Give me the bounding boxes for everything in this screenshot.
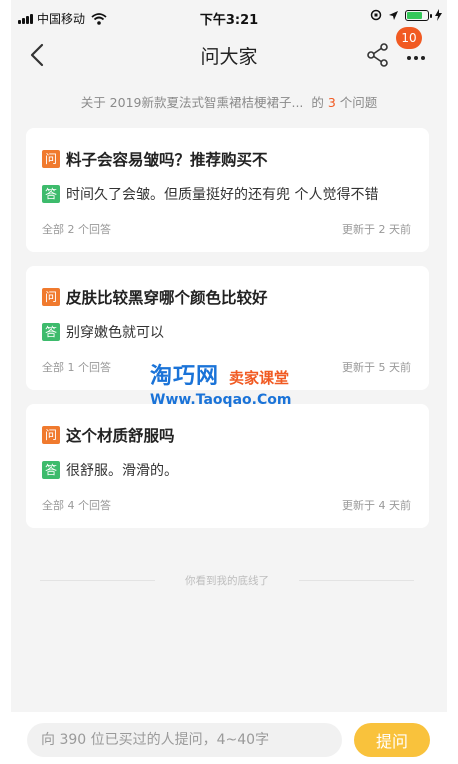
divider <box>299 580 414 581</box>
answer-text: 别穿嫩色就可以 <box>66 325 164 341</box>
answer-tag: 答 <box>42 323 60 341</box>
answers-count: 全部 1 个回答 <box>42 361 111 374</box>
answer-row: 答 很舒服。滑滑的。 <box>42 460 178 480</box>
summary-mid: 的 <box>311 95 324 110</box>
end-of-list: 你看到我的底线了 <box>40 572 414 588</box>
question-tag: 问 <box>42 150 60 168</box>
question-tag: 问 <box>42 288 60 306</box>
answer-tag: 答 <box>42 185 60 203</box>
screen: 中国移动 下午3:21 问大家 10 关于 2019新款夏法式智熏裙桔梗裙子..… <box>0 0 458 764</box>
answers-count: 全部 4 个回答 <box>42 499 111 512</box>
updated-time: 更新于 4 天前 <box>342 499 411 512</box>
questions-summary: 关于 2019新款夏法式智熏裙桔梗裙子... 的 3 个问题 <box>11 92 447 111</box>
watermark-url: Www.Taoqao.Com <box>150 392 292 408</box>
bottom-bar: 提问 <box>0 712 458 764</box>
more-icon <box>407 56 425 60</box>
share-button[interactable] <box>365 42 391 68</box>
updated-time: 更新于 2 天前 <box>342 223 411 236</box>
summary-suffix: 个问题 <box>339 95 378 110</box>
watermark-line: 淘巧网 卖家课堂 <box>150 358 320 390</box>
orientation-lock-icon <box>370 9 382 21</box>
answer-tag: 答 <box>42 461 60 479</box>
summary-product: 关于 2019新款夏法式智熏裙桔梗裙子... <box>80 95 304 110</box>
answer-row: 答 时间久了会皱。但质量挺好的还有兜 个人觉得不错 <box>42 184 378 204</box>
question-text: 料子会容易皱吗？推荐购买不 <box>66 151 268 169</box>
location-arrow-icon <box>389 10 398 20</box>
question-card[interactable]: 问 这个材质舒服吗 答 很舒服。滑滑的。 全部 4 个回答 更新于 4 天前 <box>26 404 429 528</box>
watermark: 淘巧网 卖家课堂 Www.Taoqao.Com <box>150 358 320 408</box>
ask-input[interactable] <box>27 723 342 757</box>
question-row: 问 料子会容易皱吗？推荐购买不 <box>42 148 268 170</box>
question-tag: 问 <box>42 426 60 444</box>
notification-badge: 10 <box>396 27 422 49</box>
status-bar: 中国移动 下午3:21 <box>0 0 458 36</box>
question-text: 这个材质舒服吗 <box>66 427 175 445</box>
watermark-sub: 卖家课堂 <box>229 369 290 387</box>
answers-count: 全部 2 个回答 <box>42 223 111 236</box>
ask-button[interactable]: 提问 <box>354 723 430 757</box>
answer-text: 时间久了会皱。但质量挺好的还有兜 个人觉得不错 <box>66 187 379 203</box>
question-row: 问 皮肤比较黑穿哪个颜色比较好 <box>42 286 268 308</box>
updated-time: 更新于 5 天前 <box>342 361 411 374</box>
battery-fill <box>407 11 422 19</box>
nav-bar: 问大家 <box>11 36 447 76</box>
question-text: 皮肤比较黑穿哪个颜色比较好 <box>66 289 268 307</box>
watermark-brand: 淘巧网 <box>150 364 220 389</box>
status-right <box>370 9 442 21</box>
question-card[interactable]: 问 料子会容易皱吗？推荐购买不 答 时间久了会皱。但质量挺好的还有兜 个人觉得不… <box>26 128 429 252</box>
answer-row: 答 别穿嫩色就可以 <box>42 322 164 342</box>
answer-text: 很舒服。滑滑的。 <box>66 463 178 479</box>
question-row: 问 这个材质舒服吗 <box>42 424 175 446</box>
summary-count: 3 <box>327 95 336 110</box>
battery-icon <box>405 9 432 21</box>
charging-icon <box>435 9 442 21</box>
